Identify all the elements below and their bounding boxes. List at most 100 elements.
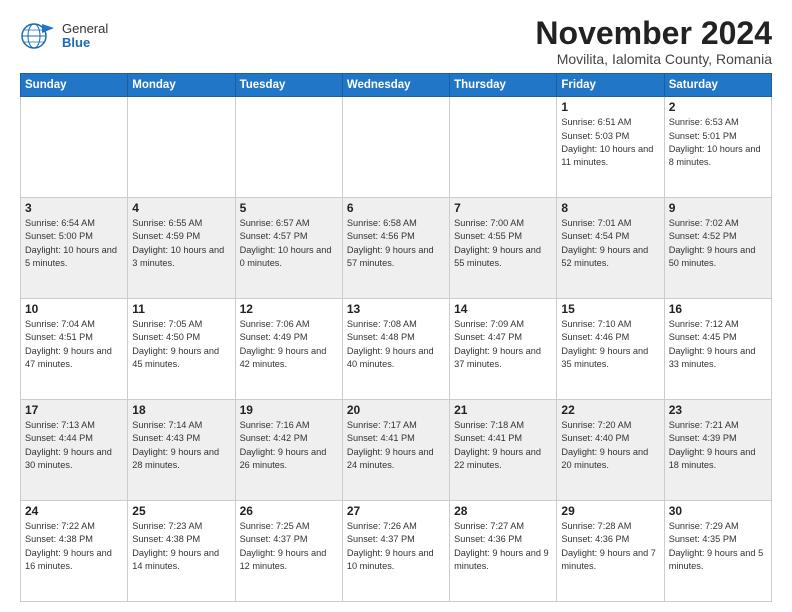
header-saturday: Saturday bbox=[664, 74, 771, 97]
day-info: Sunrise: 6:51 AMSunset: 5:03 PMDaylight:… bbox=[561, 116, 659, 169]
day-cell: 23 Sunrise: 7:21 AMSunset: 4:39 PMDayligh… bbox=[664, 400, 771, 501]
day-info: Sunrise: 7:16 AMSunset: 4:42 PMDaylight:… bbox=[240, 419, 338, 472]
day-cell: 28 Sunrise: 7:27 AMSunset: 4:36 PMDayligh… bbox=[450, 501, 557, 602]
day-number: 21 bbox=[454, 403, 552, 417]
day-info: Sunrise: 7:09 AMSunset: 4:47 PMDaylight:… bbox=[454, 318, 552, 371]
day-number: 12 bbox=[240, 302, 338, 316]
day-number: 9 bbox=[669, 201, 767, 215]
day-cell bbox=[235, 97, 342, 198]
day-info: Sunrise: 7:28 AMSunset: 4:36 PMDaylight:… bbox=[561, 520, 659, 573]
week-row-5: 24 Sunrise: 7:22 AMSunset: 4:38 PMDayligh… bbox=[21, 501, 772, 602]
title-block: November 2024 Movilita, Ialomita County,… bbox=[535, 16, 772, 67]
week-row-1: 1 Sunrise: 6:51 AMSunset: 5:03 PMDaylight… bbox=[21, 97, 772, 198]
day-number: 15 bbox=[561, 302, 659, 316]
day-cell: 16Sunrise: 7:12 AMSunset: 4:45 PMDayligh… bbox=[664, 299, 771, 400]
header-friday: Friday bbox=[557, 74, 664, 97]
day-number: 24 bbox=[25, 504, 123, 518]
day-number: 28 bbox=[454, 504, 552, 518]
day-cell: 26Sunrise: 7:25 AMSunset: 4:37 PMDayligh… bbox=[235, 501, 342, 602]
day-info: Sunrise: 7:22 AMSunset: 4:38 PMDaylight:… bbox=[25, 520, 123, 573]
day-cell: 11 Sunrise: 7:05 AMSunset: 4:50 PMDayligh… bbox=[128, 299, 235, 400]
week-row-4: 17 Sunrise: 7:13 AMSunset: 4:44 PMDayligh… bbox=[21, 400, 772, 501]
day-cell bbox=[128, 97, 235, 198]
day-number: 19 bbox=[240, 403, 338, 417]
day-info: Sunrise: 6:58 AMSunset: 4:56 PMDaylight:… bbox=[347, 217, 445, 270]
day-cell: 6 Sunrise: 6:58 AMSunset: 4:56 PMDaylight… bbox=[342, 198, 449, 299]
day-cell: 18 Sunrise: 7:14 AMSunset: 4:43 PMDayligh… bbox=[128, 400, 235, 501]
day-cell bbox=[450, 97, 557, 198]
day-info: Sunrise: 7:18 AMSunset: 4:41 PMDaylight:… bbox=[454, 419, 552, 472]
day-info: Sunrise: 7:27 AMSunset: 4:36 PMDaylight:… bbox=[454, 520, 552, 573]
day-number: 17 bbox=[25, 403, 123, 417]
day-info: Sunrise: 6:57 AMSunset: 4:57 PMDaylight:… bbox=[240, 217, 338, 270]
day-cell: 27 Sunrise: 7:26 AMSunset: 4:37 PMDayligh… bbox=[342, 501, 449, 602]
day-number: 23 bbox=[669, 403, 767, 417]
day-cell: 24 Sunrise: 7:22 AMSunset: 4:38 PMDayligh… bbox=[21, 501, 128, 602]
day-info: Sunrise: 7:08 AMSunset: 4:48 PMDaylight:… bbox=[347, 318, 445, 371]
header-monday: Monday bbox=[128, 74, 235, 97]
day-cell: 7Sunrise: 7:00 AMSunset: 4:55 PMDaylight… bbox=[450, 198, 557, 299]
day-cell bbox=[342, 97, 449, 198]
day-number: 29 bbox=[561, 504, 659, 518]
logo: General Blue bbox=[20, 20, 108, 52]
day-number: 18 bbox=[132, 403, 230, 417]
day-number: 2 bbox=[669, 100, 767, 114]
day-cell: 17 Sunrise: 7:13 AMSunset: 4:44 PMDayligh… bbox=[21, 400, 128, 501]
day-cell: 15Sunrise: 7:10 AMSunset: 4:46 PMDayligh… bbox=[557, 299, 664, 400]
page: General Blue November 2024 Movilita, Ial… bbox=[0, 0, 792, 612]
day-number: 14 bbox=[454, 302, 552, 316]
day-info: Sunrise: 7:17 AMSunset: 4:41 PMDaylight:… bbox=[347, 419, 445, 472]
day-info: Sunrise: 6:54 AMSunset: 5:00 PMDaylight:… bbox=[25, 217, 123, 270]
calendar-table: Sunday Monday Tuesday Wednesday Thursday… bbox=[20, 73, 772, 602]
day-info: Sunrise: 7:00 AMSunset: 4:55 PMDaylight:… bbox=[454, 217, 552, 270]
header-thursday: Thursday bbox=[450, 74, 557, 97]
day-info: Sunrise: 7:04 AMSunset: 4:51 PMDaylight:… bbox=[25, 318, 123, 371]
logo-general-text: General bbox=[62, 22, 108, 36]
day-cell: 25Sunrise: 7:23 AMSunset: 4:38 PMDayligh… bbox=[128, 501, 235, 602]
week-row-3: 10 Sunrise: 7:04 AMSunset: 4:51 PMDayligh… bbox=[21, 299, 772, 400]
day-cell: 30Sunrise: 7:29 AMSunset: 4:35 PMDayligh… bbox=[664, 501, 771, 602]
header: General Blue November 2024 Movilita, Ial… bbox=[20, 16, 772, 67]
week-row-2: 3 Sunrise: 6:54 AMSunset: 5:00 PMDaylight… bbox=[21, 198, 772, 299]
day-number: 20 bbox=[347, 403, 445, 417]
day-cell: 29 Sunrise: 7:28 AMSunset: 4:36 PMDayligh… bbox=[557, 501, 664, 602]
day-cell: 10 Sunrise: 7:04 AMSunset: 4:51 PMDayligh… bbox=[21, 299, 128, 400]
day-info: Sunrise: 7:25 AMSunset: 4:37 PMDaylight:… bbox=[240, 520, 338, 573]
day-number: 27 bbox=[347, 504, 445, 518]
logo-blue-text: Blue bbox=[62, 36, 108, 50]
day-number: 13 bbox=[347, 302, 445, 316]
day-number: 6 bbox=[347, 201, 445, 215]
day-cell: 21 Sunrise: 7:18 AMSunset: 4:41 PMDayligh… bbox=[450, 400, 557, 501]
day-info: Sunrise: 6:53 AMSunset: 5:01 PMDaylight:… bbox=[669, 116, 767, 169]
day-cell: 1 Sunrise: 6:51 AMSunset: 5:03 PMDaylight… bbox=[557, 97, 664, 198]
day-cell: 9 Sunrise: 7:02 AMSunset: 4:52 PMDaylight… bbox=[664, 198, 771, 299]
month-title: November 2024 bbox=[535, 16, 772, 51]
day-cell: 22Sunrise: 7:20 AMSunset: 4:40 PMDayligh… bbox=[557, 400, 664, 501]
day-info: Sunrise: 7:26 AMSunset: 4:37 PMDaylight:… bbox=[347, 520, 445, 573]
day-number: 16 bbox=[669, 302, 767, 316]
day-number: 4 bbox=[132, 201, 230, 215]
day-number: 10 bbox=[25, 302, 123, 316]
day-number: 1 bbox=[561, 100, 659, 114]
day-number: 25 bbox=[132, 504, 230, 518]
day-cell: 13 Sunrise: 7:08 AMSunset: 4:48 PMDayligh… bbox=[342, 299, 449, 400]
day-info: Sunrise: 7:06 AMSunset: 4:49 PMDaylight:… bbox=[240, 318, 338, 371]
logo-icon bbox=[20, 20, 58, 52]
day-cell: 4Sunrise: 6:55 AMSunset: 4:59 PMDaylight… bbox=[128, 198, 235, 299]
day-info: Sunrise: 7:02 AMSunset: 4:52 PMDaylight:… bbox=[669, 217, 767, 270]
day-number: 5 bbox=[240, 201, 338, 215]
day-cell: 2 Sunrise: 6:53 AMSunset: 5:01 PMDaylight… bbox=[664, 97, 771, 198]
header-tuesday: Tuesday bbox=[235, 74, 342, 97]
day-cell: 19 Sunrise: 7:16 AMSunset: 4:42 PMDayligh… bbox=[235, 400, 342, 501]
day-cell: 3 Sunrise: 6:54 AMSunset: 5:00 PMDaylight… bbox=[21, 198, 128, 299]
day-info: Sunrise: 7:13 AMSunset: 4:44 PMDaylight:… bbox=[25, 419, 123, 472]
day-info: Sunrise: 7:05 AMSunset: 4:50 PMDaylight:… bbox=[132, 318, 230, 371]
day-number: 11 bbox=[132, 302, 230, 316]
day-number: 3 bbox=[25, 201, 123, 215]
day-cell bbox=[21, 97, 128, 198]
location: Movilita, Ialomita County, Romania bbox=[535, 51, 772, 67]
day-info: Sunrise: 7:01 AMSunset: 4:54 PMDaylight:… bbox=[561, 217, 659, 270]
day-info: Sunrise: 7:21 AMSunset: 4:39 PMDaylight:… bbox=[669, 419, 767, 472]
day-number: 22 bbox=[561, 403, 659, 417]
day-info: Sunrise: 7:14 AMSunset: 4:43 PMDaylight:… bbox=[132, 419, 230, 472]
